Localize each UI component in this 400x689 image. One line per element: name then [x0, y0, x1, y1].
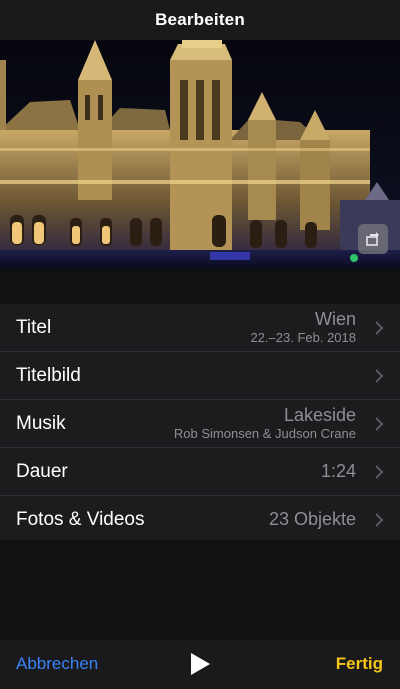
row-value-music: Lakeside Rob Simonsen & Judson Crane: [173, 404, 356, 441]
row-value-photos-videos: 23 Objekte: [268, 508, 356, 530]
empty-area: [0, 540, 400, 640]
row-label-duration: Dauer: [16, 460, 68, 482]
chevron-right-icon: [375, 368, 384, 383]
duration-value: 1:24: [320, 460, 356, 481]
row-label-photos-videos: Fotos & Videos: [16, 508, 145, 530]
chevron-right-icon: [375, 512, 384, 527]
city-hall-night-image: [0, 40, 400, 268]
title-date: 22.–23. Feb. 2018: [250, 329, 356, 345]
row-label-music: Musik: [16, 412, 66, 434]
row-cover-image[interactable]: Titelbild: [0, 352, 400, 400]
toolbar: Abbrechen Fertig: [0, 640, 400, 689]
row-label-title: Titel: [16, 316, 52, 338]
play-icon[interactable]: [189, 652, 211, 676]
cover-photo[interactable]: [0, 40, 400, 268]
cancel-button[interactable]: Abbrechen: [16, 654, 98, 674]
settings-list: Titel Wien 22.–23. Feb. 2018 Titelbild M…: [0, 304, 400, 543]
navigation-bar: Bearbeiten: [0, 0, 400, 40]
rotate-button[interactable]: [358, 224, 388, 254]
rotate-icon: [366, 232, 379, 246]
row-photos-videos[interactable]: Fotos & Videos 23 Objekte: [0, 496, 400, 543]
music-artist: Rob Simonsen & Judson Crane: [173, 425, 356, 441]
page-title: Bearbeiten: [155, 10, 245, 29]
done-button[interactable]: Fertig: [336, 654, 383, 674]
items-count: 23 Objekte: [268, 508, 356, 529]
music-title: Lakeside: [283, 404, 356, 425]
row-music[interactable]: Musik Lakeside Rob Simonsen & Judson Cra…: [0, 400, 400, 448]
row-value-duration: 1:24: [320, 460, 356, 482]
row-title[interactable]: Titel Wien 22.–23. Feb. 2018: [0, 304, 400, 352]
row-duration[interactable]: Dauer 1:24: [0, 448, 400, 496]
row-value-title: Wien 22.–23. Feb. 2018: [250, 308, 356, 345]
row-label-cover-image: Titelbild: [16, 364, 81, 386]
section-spacer: [0, 268, 400, 304]
chevron-right-icon: [375, 320, 384, 335]
chevron-right-icon: [375, 416, 384, 431]
chevron-right-icon: [375, 464, 384, 479]
title-value: Wien: [314, 308, 356, 329]
